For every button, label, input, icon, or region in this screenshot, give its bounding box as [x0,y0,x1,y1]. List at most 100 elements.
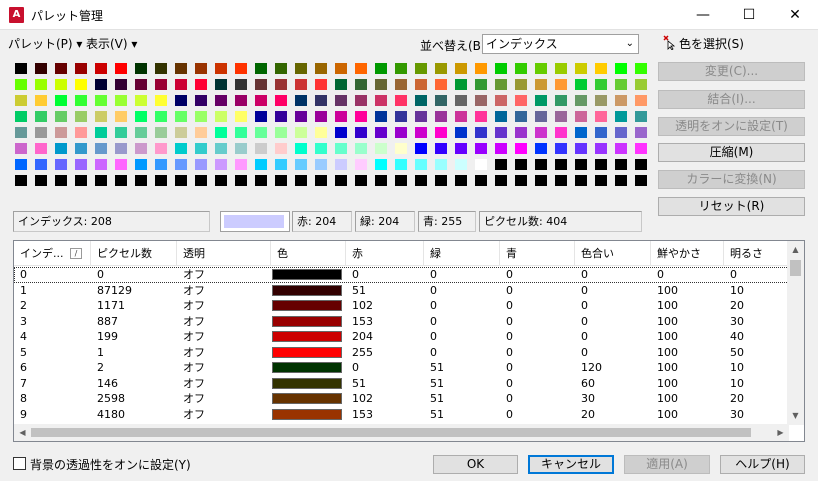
palette-swatch[interactable] [215,95,227,106]
palette-swatch[interactable] [355,79,367,90]
palette-swatch[interactable] [475,111,487,122]
palette-swatch[interactable] [315,63,327,74]
palette-swatch[interactable] [355,127,367,138]
palette-swatch[interactable] [95,159,107,170]
palette-swatch[interactable] [335,111,347,122]
palette-swatch[interactable] [435,143,447,154]
pick-color-button[interactable]: 色を選択(S) [679,35,744,52]
set-transparent-button[interactable]: 透明をオンに設定(T) [658,117,805,136]
palette-swatch[interactable] [635,95,647,106]
palette-swatch[interactable] [415,143,427,154]
col-pixels-header[interactable]: ピクセル数 [91,241,177,266]
palette-swatch[interactable] [295,79,307,90]
palette-swatch[interactable] [375,79,387,90]
palette-swatch[interactable] [315,79,327,90]
palette-swatch[interactable] [595,95,607,106]
palette-swatch[interactable] [575,143,587,154]
palette-swatch[interactable] [595,127,607,138]
palette-swatch[interactable] [515,95,527,106]
palette-swatch[interactable] [375,95,387,106]
palette-swatch[interactable] [15,63,27,74]
palette-swatch[interactable] [415,159,427,170]
palette-swatch[interactable] [475,127,487,138]
palette-swatch[interactable] [255,79,267,90]
palette-swatch[interactable] [195,143,207,154]
palette-swatch[interactable] [515,175,527,186]
bg-transparency-checkbox[interactable] [13,457,26,470]
palette-swatch[interactable] [635,111,647,122]
palette-swatch[interactable] [395,111,407,122]
palette-swatch[interactable] [255,127,267,138]
palette-swatch[interactable] [355,63,367,74]
close-button[interactable]: ✕ [772,0,818,30]
palette-swatch[interactable] [475,159,487,170]
palette-swatch[interactable] [75,111,87,122]
palette-swatch[interactable] [375,63,387,74]
palette-swatch[interactable] [315,143,327,154]
col-red-header[interactable]: 赤 [346,241,424,266]
palette-swatch[interactable] [155,127,167,138]
palette-swatch[interactable] [35,95,47,106]
palette-swatch[interactable] [195,95,207,106]
palette-swatch[interactable] [235,79,247,90]
palette-swatch[interactable] [475,143,487,154]
palette-swatch[interactable] [135,127,147,138]
palette-swatch[interactable] [175,175,187,186]
palette-swatch[interactable] [455,111,467,122]
table-row[interactable]: 2 1171 オフ 102 0 0 0 100 20 [14,298,789,314]
palette-swatch[interactable] [35,175,47,186]
palette-swatch[interactable] [115,79,127,90]
palette-swatch[interactable] [435,63,447,74]
table-row[interactable]: 8 2598 オフ 102 51 0 30 100 20 [14,391,789,407]
palette-swatch[interactable] [55,175,67,186]
palette-swatch[interactable] [555,175,567,186]
palette-swatch[interactable] [235,127,247,138]
palette-swatch[interactable] [575,79,587,90]
palette-swatch[interactable] [575,159,587,170]
palette-swatch[interactable] [55,79,67,90]
palette-swatch[interactable] [215,111,227,122]
palette-swatch[interactable] [115,175,127,186]
palette-swatch[interactable] [395,159,407,170]
palette-swatch[interactable] [595,143,607,154]
palette-swatch[interactable] [95,63,107,74]
palette-swatch[interactable] [195,175,207,186]
palette-swatch[interactable] [355,111,367,122]
palette-swatch[interactable] [515,79,527,90]
palette-swatch[interactable] [255,63,267,74]
palette-swatch[interactable] [635,127,647,138]
palette-swatch[interactable] [35,79,47,90]
palette-swatch[interactable] [415,175,427,186]
table-row[interactable]: 7 146 オフ 51 51 0 60 100 10 [14,376,789,392]
palette-swatch[interactable] [115,111,127,122]
maximize-button[interactable]: ☐ [726,0,772,30]
table-row[interactable]: 1 87129 オフ 51 0 0 0 100 10 [14,283,789,299]
palette-swatch[interactable] [415,95,427,106]
bg-transparency-label[interactable]: 背景の透過性をオンに設定(Y) [30,456,191,473]
palette-swatch[interactable] [155,175,167,186]
palette-swatch[interactable] [275,111,287,122]
palette-swatch[interactable] [175,111,187,122]
palette-swatch[interactable] [395,95,407,106]
palette-swatch[interactable] [235,95,247,106]
palette-swatch[interactable] [195,63,207,74]
palette-swatch[interactable] [335,95,347,106]
palette-swatch[interactable] [335,159,347,170]
table-row[interactable]: 5 1 オフ 255 0 0 0 100 50 [14,345,789,361]
scroll-right-icon[interactable]: ▶ [772,428,789,437]
palette-swatch[interactable] [555,159,567,170]
palette-swatch[interactable] [535,175,547,186]
palette-swatch[interactable] [95,79,107,90]
palette-swatch[interactable] [315,175,327,186]
cancel-button[interactable]: キャンセル [528,455,614,474]
palette-swatch[interactable] [395,63,407,74]
horizontal-scrollbar[interactable]: ◀ ▶ [14,424,789,441]
palette-swatch[interactable] [535,159,547,170]
palette-swatch[interactable] [375,143,387,154]
palette-swatch[interactable] [615,159,627,170]
palette-swatch[interactable] [55,111,67,122]
merge-button[interactable]: 結合(I)... [658,90,805,109]
palette-swatch[interactable] [295,159,307,170]
palette-swatch[interactable] [255,111,267,122]
palette-swatch[interactable] [235,143,247,154]
